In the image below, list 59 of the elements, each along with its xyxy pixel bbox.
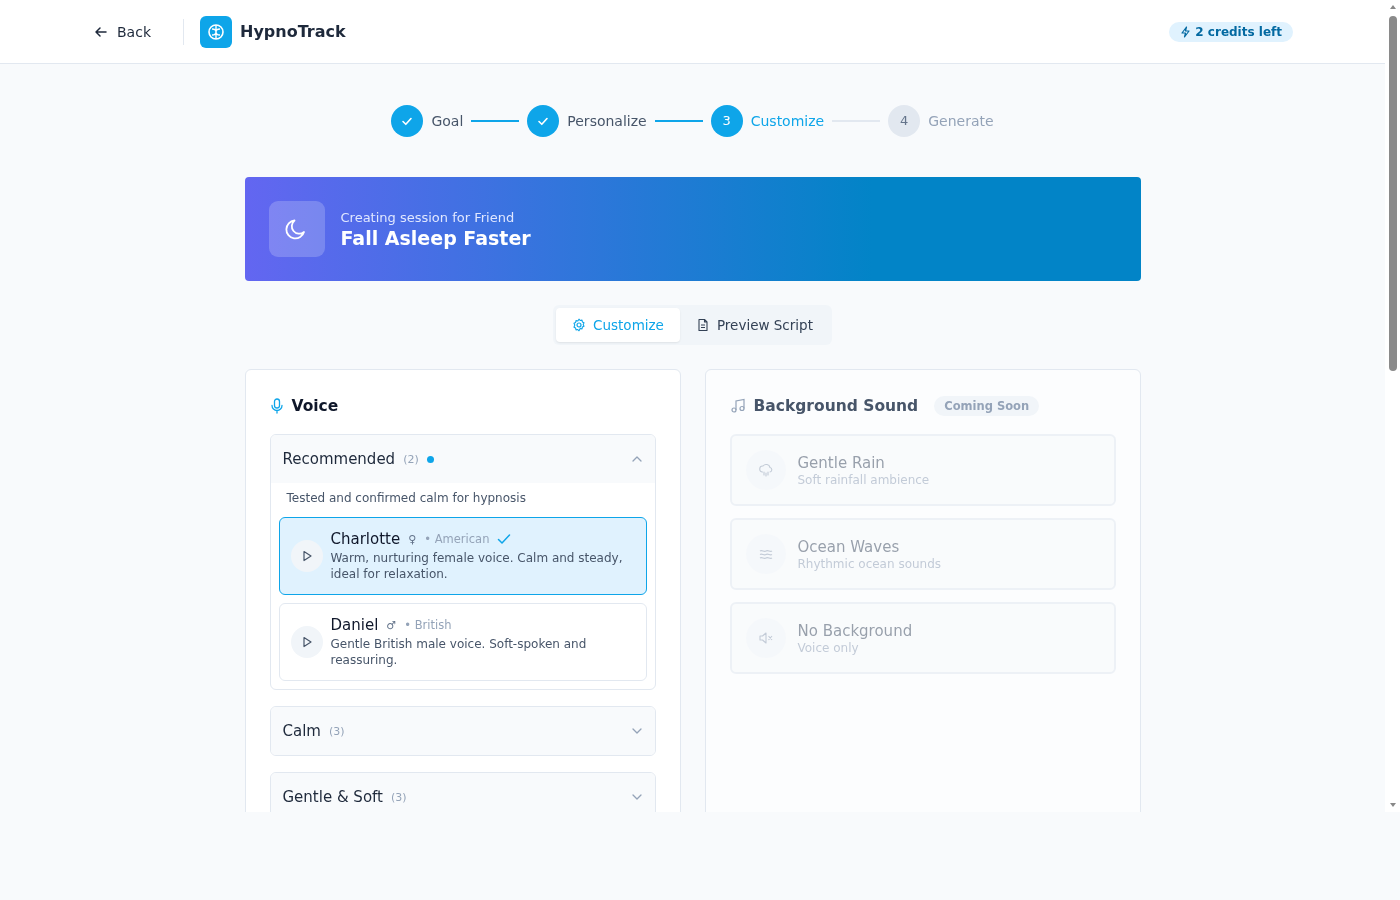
- back-arrow-icon: [94, 24, 108, 39]
- voice-description: Warm, nurturing female voice. Calm and steady, ideal for relaxation.: [330, 550, 624, 582]
- group-header[interactable]: Recommended (2): [270, 435, 655, 483]
- play-icon: [300, 550, 313, 562]
- scroll-thumb[interactable]: [1388, 16, 1397, 371]
- banner-subtitle: Creating session for Friend: [340, 209, 516, 225]
- sound-name: Gentle Rain: [797, 453, 886, 472]
- group-count: (3): [328, 724, 345, 738]
- group-header[interactable]: Gentle & Soft (3): [270, 773, 655, 812]
- rain-cloud-icon: [757, 462, 774, 478]
- sound-name: No Background: [797, 621, 913, 640]
- section-title: Background Sound: [753, 397, 919, 415]
- step-marker: 4: [888, 104, 921, 137]
- voice-option[interactable]: Charlotte ♀ • American Warm, nurturing female voice. Calm and steady, ideal for relaxation.: [278, 517, 647, 595]
- brain-logo-icon: [200, 15, 232, 48]
- voice-option[interactable]: Daniel ♂ • British Gentle British male voice. Soft-spoken and reassuring.: [278, 603, 647, 681]
- microphone-icon: [269, 398, 284, 414]
- scroll-up-icon: [1388, 4, 1397, 10]
- voice-name: Charlotte: [330, 530, 401, 548]
- play-button[interactable]: [290, 540, 323, 572]
- group-count: (2): [403, 452, 419, 466]
- gender-symbol: ♂: [386, 618, 397, 632]
- step-label: Personalize: [567, 112, 647, 129]
- chevron-up-icon: [630, 455, 643, 463]
- chevron-down-icon: [630, 793, 643, 801]
- scroll-down-icon: [1388, 802, 1397, 808]
- brand-name: HypnoTrack: [240, 22, 346, 41]
- section-title: Voice: [291, 397, 339, 415]
- step-label: Goal: [431, 112, 464, 129]
- gender-symbol: ♀: [408, 532, 417, 546]
- step-label: Customize: [750, 112, 825, 129]
- credits-badge: 2 credits left: [1169, 21, 1293, 42]
- banner-title: Fall Asleep Faster: [340, 226, 531, 249]
- tab[interactable]: Preview Script: [679, 308, 829, 342]
- voice-name: Daniel: [330, 616, 379, 634]
- group-description: Tested and confirmed calm for hypnosis: [285, 490, 527, 507]
- step-marker: 3: [710, 104, 743, 137]
- document-icon: [695, 318, 710, 332]
- voice-accent: • British: [404, 618, 452, 632]
- voice-accent: • American: [424, 532, 490, 546]
- sound-name: Ocean Waves: [797, 537, 901, 556]
- group-header[interactable]: Calm (3): [270, 707, 655, 755]
- coming-soon-badge: Coming Soon: [934, 396, 1040, 416]
- play-button[interactable]: [290, 626, 323, 658]
- group-name: Gentle & Soft: [282, 788, 383, 806]
- gear-icon: [572, 318, 587, 332]
- chevron-down-icon: [630, 727, 643, 735]
- check-icon: [497, 533, 512, 545]
- moon-icon: [268, 201, 325, 257]
- music-note-icon: [729, 398, 746, 414]
- group-name: Recommended: [282, 450, 396, 468]
- step-label: Generate: [928, 112, 994, 129]
- speaker-muted-icon: [757, 630, 774, 646]
- group-count: (3): [390, 790, 407, 804]
- play-icon: [300, 636, 313, 648]
- lightning-icon: [1180, 25, 1192, 38]
- back-link[interactable]: Back: [94, 23, 151, 40]
- voice-description: Gentle British male voice. Soft-spoken and reassuring.: [330, 636, 588, 668]
- group-name: Calm: [282, 722, 321, 740]
